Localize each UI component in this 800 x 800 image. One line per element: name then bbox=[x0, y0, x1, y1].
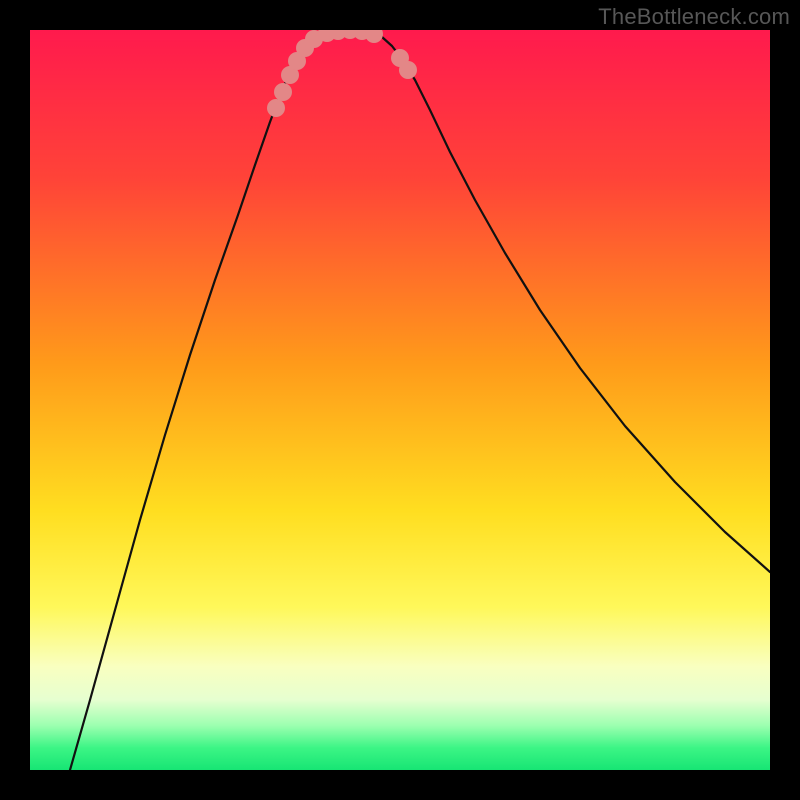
plot-area bbox=[30, 30, 770, 770]
chart-frame: TheBottleneck.com bbox=[0, 0, 800, 800]
gradient-background bbox=[30, 30, 770, 770]
chart-svg bbox=[30, 30, 770, 770]
watermark-text: TheBottleneck.com bbox=[598, 4, 790, 30]
highlight-dot bbox=[399, 61, 417, 79]
highlight-dot bbox=[267, 99, 285, 117]
highlight-dot bbox=[274, 83, 292, 101]
